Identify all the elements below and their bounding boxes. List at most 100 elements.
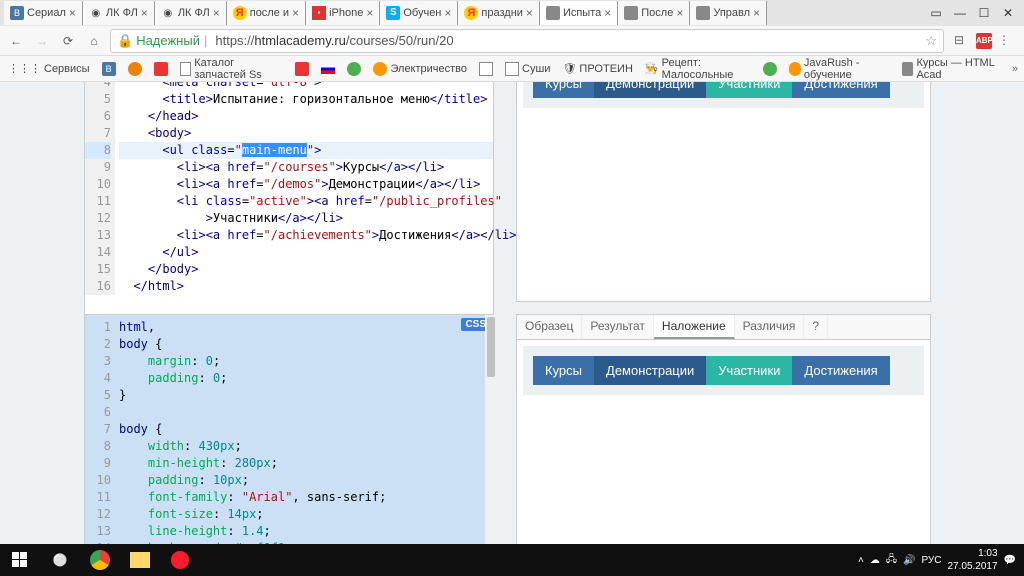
code-body[interactable]: html,body { margin: 0; padding: 0;} body… <box>115 315 493 544</box>
overflow-icon[interactable]: » <box>1012 63 1018 75</box>
menu-courses[interactable]: Курсы <box>533 82 594 98</box>
tab-1[interactable]: ◉ЛК ФЛ× <box>83 1 155 25</box>
bookmark[interactable] <box>293 60 311 78</box>
chrome-button[interactable] <box>80 544 120 576</box>
tab-label: Испыта <box>563 7 601 19</box>
taskbar[interactable]: ⚪ ˄ ☁ 🖧 🔊 РУС 1:03 27.05.2017 💬 <box>0 544 1024 576</box>
preview-body: Курсы Демонстрации Участники Достижения <box>523 346 924 395</box>
preview-body: Курсы Демонстрации Участники Достижения <box>523 82 924 108</box>
explorer-button[interactable] <box>120 544 160 576</box>
menu-icon[interactable]: ⋮ <box>998 33 1014 49</box>
close-icon[interactable]: × <box>141 6 148 20</box>
tab-diff[interactable]: Различия <box>735 315 805 339</box>
menu-demos[interactable]: Демонстрации <box>594 356 706 385</box>
file-icon <box>180 62 192 76</box>
separator: | <box>204 33 207 48</box>
bookmark[interactable]: Электричество <box>371 60 469 78</box>
pdf-icon: ▪ <box>312 6 326 20</box>
tab-7[interactable]: Испыта× <box>540 1 618 25</box>
close-window-icon[interactable]: ✕ <box>1002 7 1014 19</box>
code-body[interactable]: <head> <meta charset="utf-8"> <title>Исп… <box>115 82 493 295</box>
scrollbar-thumb[interactable] <box>487 317 495 377</box>
bookmark[interactable]: 🛡 ПРОТЕИН <box>560 60 634 77</box>
html-editor[interactable]: 345678910111213141516 <head> <meta chars… <box>84 82 494 330</box>
tab-help[interactable]: ? <box>804 315 828 339</box>
bookmark[interactable] <box>126 60 144 78</box>
close-icon[interactable]: × <box>676 6 683 20</box>
scrollbar[interactable] <box>485 315 497 544</box>
close-icon[interactable]: × <box>292 6 299 20</box>
opera-icon <box>171 551 189 569</box>
bookmark[interactable] <box>761 60 779 78</box>
tab-4[interactable]: ▪iPhone× <box>306 1 380 25</box>
tab-5[interactable]: SОбучен× <box>380 1 458 25</box>
star-icon[interactable]: ☆ <box>925 33 937 49</box>
bookmark[interactable]: B <box>100 60 118 78</box>
bookmark[interactable] <box>345 60 363 78</box>
menu-participants[interactable]: Участники <box>706 356 792 385</box>
tab-6[interactable]: Япраздни× <box>458 1 540 25</box>
tab-0[interactable]: BСериал× <box>4 1 83 25</box>
bookmark[interactable] <box>152 60 170 78</box>
close-icon[interactable]: × <box>604 6 611 20</box>
address-bar-row: ← → ⟳ ⌂ 🔒 Надежный | https://htmlacademy… <box>0 26 1024 56</box>
abp-icon[interactable]: ABP <box>976 33 992 49</box>
home-button[interactable]: ⌂ <box>84 31 104 51</box>
green-icon <box>763 62 777 76</box>
start-button[interactable] <box>0 544 40 576</box>
apps-button[interactable]: ⋮⋮⋮ Сервисы <box>6 60 92 77</box>
close-icon[interactable]: × <box>213 6 220 20</box>
bookmark[interactable] <box>319 62 337 76</box>
menu-achievements[interactable]: Достижения <box>792 356 889 385</box>
tab-label: Сериал <box>27 7 66 19</box>
back-button[interactable]: ← <box>6 31 26 51</box>
tab-label: Обучен <box>403 7 441 19</box>
bm-label: Рецепт: Малосольные <box>662 57 752 81</box>
close-icon[interactable]: × <box>366 6 373 20</box>
tab-3[interactable]: Япосле и× <box>227 1 306 25</box>
bookmark[interactable]: Каталог запчастей Ss <box>178 55 286 83</box>
bookmark[interactable]: Курсы — HTML Acad <box>900 55 1004 83</box>
volume-icon[interactable]: 🔊 <box>903 555 915 566</box>
system-tray[interactable]: ˄ ☁ 🖧 🔊 РУС 1:03 27.05.2017 💬 <box>850 547 1024 573</box>
db-icon[interactable]: ⊟ <box>954 33 970 49</box>
minimize-icon[interactable]: — <box>954 7 966 19</box>
tab-strip: BСериал× ◉ЛК ФЛ× ◉ЛК ФЛ× Япосле и× ▪iPho… <box>0 0 1024 26</box>
close-icon[interactable]: × <box>69 6 76 20</box>
cloud-icon[interactable]: ☁ <box>870 555 880 566</box>
search-button[interactable]: ⚪ <box>40 544 80 576</box>
css-editor[interactable]: CSS 12345678910111213141516171819 html,b… <box>84 314 494 544</box>
reload-button[interactable]: ⟳ <box>58 31 78 51</box>
tab-overlay[interactable]: Наложение <box>654 315 735 339</box>
maximize-icon[interactable]: ☐ <box>978 7 990 19</box>
bookmark[interactable]: JavaRush - обучение <box>787 55 892 83</box>
bookmark[interactable]: Суши <box>503 60 552 78</box>
tab-sample[interactable]: Образец <box>517 315 582 339</box>
tab-label: ЛК ФЛ <box>106 7 138 19</box>
network-icon[interactable]: 🖧 <box>886 552 897 569</box>
clock[interactable]: 1:03 27.05.2017 <box>947 547 997 573</box>
menu-participants[interactable]: Участники <box>706 82 792 98</box>
menu-courses[interactable]: Курсы <box>533 356 594 385</box>
file-icon <box>479 62 493 76</box>
tab-result[interactable]: Результат <box>582 315 654 339</box>
bookmark[interactable] <box>477 60 495 78</box>
tab-8[interactable]: После× <box>618 1 690 25</box>
yandex-icon: Я <box>233 6 247 20</box>
lang-indicator[interactable]: РУС <box>921 555 941 566</box>
profile-icon[interactable]: ▭ <box>930 7 942 19</box>
date: 27.05.2017 <box>947 560 997 573</box>
close-icon[interactable]: × <box>753 6 760 20</box>
notifications-icon[interactable]: 💬 <box>1004 555 1016 566</box>
tab-label: Управл <box>713 7 750 19</box>
url-bar[interactable]: 🔒 Надежный | https://htmlacademy.ru/cour… <box>110 29 944 53</box>
opera-button[interactable] <box>160 544 200 576</box>
tab-2[interactable]: ◉ЛК ФЛ× <box>155 1 227 25</box>
tray-up-icon[interactable]: ˄ <box>858 555 864 566</box>
menu-achievements[interactable]: Достижения <box>792 82 889 98</box>
tab-9[interactable]: Управл× <box>690 1 767 25</box>
close-icon[interactable]: × <box>444 6 451 20</box>
menu-demos[interactable]: Демонстрации <box>594 82 706 98</box>
close-icon[interactable]: × <box>526 6 533 20</box>
bookmark[interactable]: 👨‍🍳 Рецепт: Малосольные <box>643 55 754 83</box>
